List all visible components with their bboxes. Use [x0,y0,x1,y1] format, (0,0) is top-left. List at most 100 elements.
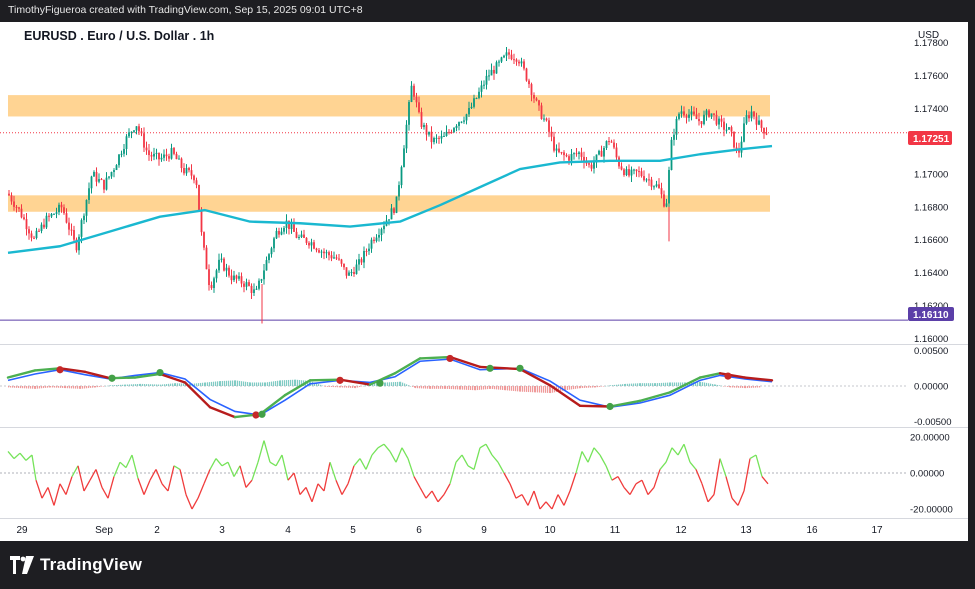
chart-panel[interactable]: 1.178001.176001.174001.172001.170001.168… [0,22,968,541]
oscillator-segment [281,454,289,481]
candle-body [295,231,298,238]
candle-body [138,126,140,132]
macd-histogram-bar [333,386,335,388]
macd-histogram-bar [269,381,271,386]
oscillator-segment [341,483,349,495]
macd-histogram-bar [725,386,727,387]
macd-histogram-bar [721,385,723,387]
macd-histogram-bar [18,386,20,389]
candle-body [258,280,260,289]
candle-body [128,132,130,137]
macd-histogram-bar [67,386,69,389]
candle-body [240,276,243,284]
level-price-label: 1.16110 [913,310,949,321]
oscillator-segment [35,479,43,499]
candle-body [15,206,18,208]
macd-histogram-bar [54,386,56,388]
candle-body [373,239,375,241]
oscillator-segment [641,479,649,495]
macd-histogram-bar [584,386,586,388]
candle-body [8,193,10,196]
osc-tick-label: -20.00000 [910,505,953,516]
macd-histogram-bar [105,386,107,387]
macd-histogram-bar [408,385,410,386]
candle-body [110,172,113,177]
candle-body [685,115,688,118]
candle-body [308,242,310,246]
macd-histogram-bar [423,386,425,389]
candle-body [625,169,628,176]
macd-histogram-bar [674,382,676,386]
candle-body [98,179,100,182]
oscillator-segment [581,451,589,463]
tradingview-logo[interactable]: TradingView [10,555,142,575]
candle-body [358,259,360,265]
candle-body [395,196,398,213]
macd-histogram-bar [359,386,361,387]
macd-histogram-bar [644,383,646,386]
macd-histogram-bar [215,381,217,386]
candle-body [503,55,505,58]
candle-body [408,101,410,125]
macd-histogram-bar [590,386,592,388]
candle-body [163,154,165,158]
macd-histogram-bar [84,386,86,389]
macd-histogram-bar [280,380,282,386]
macd-histogram-bar [400,381,402,386]
macd-histogram-bar [99,386,101,387]
macd-histogram-bar [95,386,97,388]
macd-histogram-bar [118,384,120,386]
candle-body [30,233,33,238]
candle-body [85,199,88,216]
macd-histogram-bar [464,386,466,390]
macd-histogram-bar [14,386,16,388]
candle-body [193,175,195,181]
candle-body [443,135,445,137]
candle-body [93,171,95,177]
candle-body [130,131,133,133]
macd-histogram-bar [520,386,522,392]
macd-histogram-bar [350,386,352,388]
chart-canvas[interactable]: 1.178001.176001.174001.172001.170001.168… [0,22,968,541]
macd-histogram-bar [539,386,541,393]
candle-body [73,230,75,240]
candle-body [450,131,453,133]
time-axis-label: 6 [416,525,422,536]
candle-body [710,113,713,117]
candle-body [538,100,540,106]
candle-body [700,121,703,125]
candle-body [645,179,648,181]
candle-body [390,208,393,220]
oscillator-segment [443,483,451,495]
macd-histogram-bar [749,386,751,388]
macd-histogram-bar [640,383,642,386]
oscillator-segment [59,483,67,495]
candle-body [445,131,448,136]
signal-line-segment [518,367,552,387]
macd-histogram-bar [655,383,657,386]
macd-histogram-bar [207,382,209,386]
top-bar: TimothyFigueroa created with TradingView… [0,0,975,22]
macd-histogram-bar [670,382,672,386]
macd-histogram-bar [320,384,322,386]
oscillator-segment [365,454,373,470]
candle-body [175,153,178,160]
signal-line-segment [308,378,342,382]
macd-histogram-bar [650,383,652,386]
macd-histogram-bar [425,386,427,389]
oscillator-segment [95,469,103,488]
macd-histogram-bar [198,383,200,386]
macd-histogram-bar [708,383,710,386]
cross-marker [606,402,614,411]
macd-histogram-bar [101,386,103,387]
tradingview-logo-icon [10,556,34,574]
candle-body [610,141,613,143]
candle-body [355,264,358,275]
oscillator-segment [539,501,547,510]
plot-area [0,47,908,510]
macd-histogram-bar [322,385,324,387]
oscillator-segment [395,447,403,463]
macd-histogram-bar [507,386,509,391]
candle-body [510,54,513,60]
oscillator-segment [659,461,667,470]
